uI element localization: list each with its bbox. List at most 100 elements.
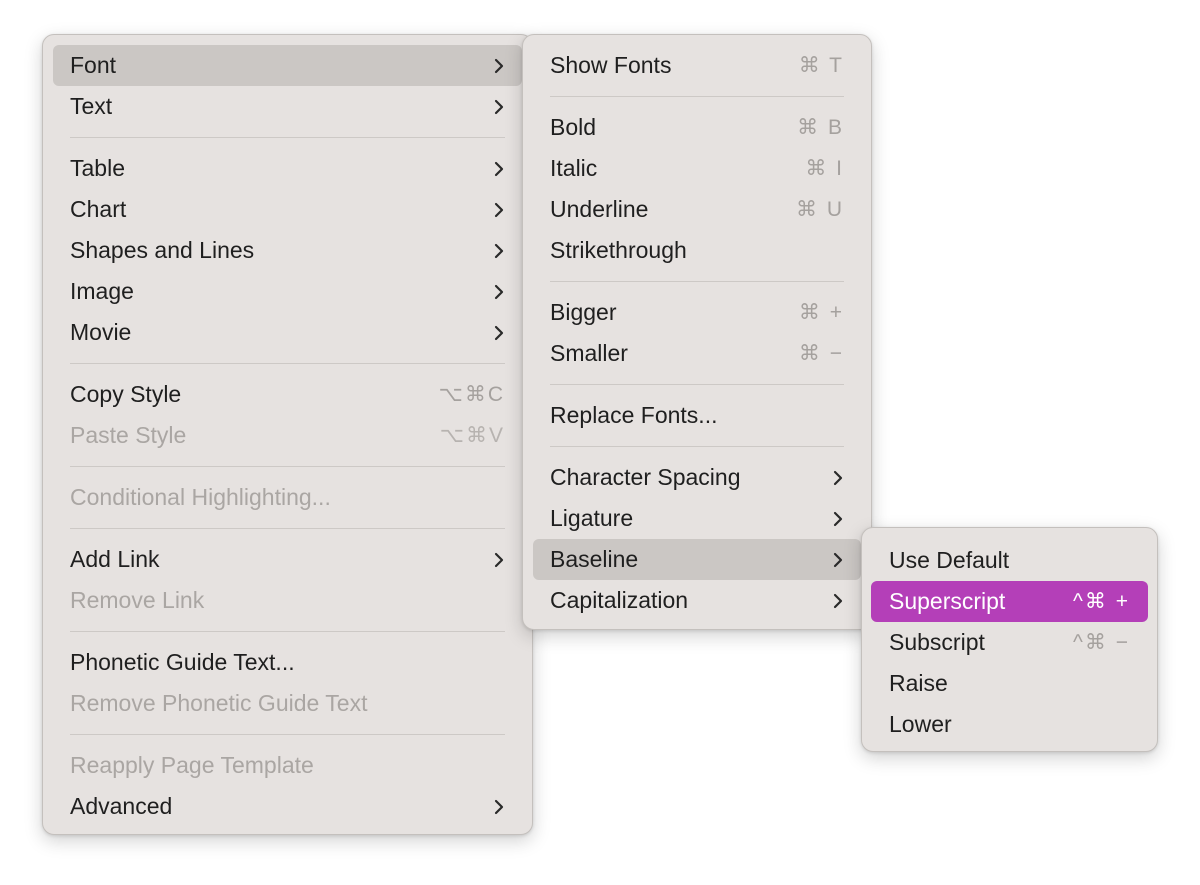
chevron-right-icon	[493, 551, 505, 569]
chevron-right-icon	[832, 551, 844, 569]
menu-item-label: Advanced	[70, 793, 173, 819]
menu-item-use-default[interactable]: Use Default	[871, 540, 1148, 581]
format-menu: Font Text Table Chart Shapes and Lines I…	[42, 34, 533, 835]
keyboard-shortcut: ⌘ U	[796, 198, 844, 221]
menu-item-movie[interactable]: Movie	[53, 312, 522, 353]
menu-item-font[interactable]: Font	[53, 45, 522, 86]
font-submenu: Show Fonts ⌘ T Bold ⌘ B Italic ⌘ I Under…	[522, 34, 872, 630]
chevron-right-icon	[493, 98, 505, 116]
keyboard-shortcut: ⌘ T	[798, 54, 844, 77]
menu-item-label: Chart	[70, 196, 127, 222]
menu-item-label: Lower	[889, 711, 952, 737]
chevron-right-icon	[493, 201, 505, 219]
menu-item-lower[interactable]: Lower	[871, 704, 1148, 745]
menu-item-capitalization[interactable]: Capitalization	[533, 580, 861, 621]
menu-separator	[70, 734, 505, 735]
chevron-right-icon	[832, 592, 844, 610]
menu-item-copy-style[interactable]: Copy Style ⌥⌘C	[53, 374, 522, 415]
keyboard-shortcut: ^⌘ −	[1073, 631, 1130, 654]
menu-item-label: Image	[70, 278, 134, 304]
chevron-right-icon	[493, 242, 505, 260]
menu-item-label: Character Spacing	[550, 464, 741, 490]
menu-item-advanced[interactable]: Advanced	[53, 786, 522, 827]
menu-item-label: Table	[70, 155, 125, 181]
menu-item-add-link[interactable]: Add Link	[53, 539, 522, 580]
menu-item-label: Paste Style	[70, 422, 187, 448]
menu-item-label: Font	[70, 52, 117, 78]
menu-separator	[550, 446, 844, 447]
chevron-right-icon	[832, 469, 844, 487]
menu-item-character-spacing[interactable]: Character Spacing	[533, 457, 861, 498]
menu-item-label: Use Default	[889, 547, 1010, 573]
chevron-right-icon	[493, 160, 505, 178]
menu-item-bold[interactable]: Bold ⌘ B	[533, 107, 861, 148]
menu-item-label: Bigger	[550, 299, 617, 325]
menu-item-label: Strikethrough	[550, 237, 687, 263]
menu-item-replace-fonts[interactable]: Replace Fonts...	[533, 395, 861, 436]
menu-separator	[70, 363, 505, 364]
menu-item-label: Show Fonts	[550, 52, 672, 78]
menu-item-superscript[interactable]: Superscript ^⌘ +	[871, 581, 1148, 622]
menu-item-smaller[interactable]: Smaller ⌘ −	[533, 333, 861, 374]
menu-item-label: Raise	[889, 670, 948, 696]
menu-item-text[interactable]: Text	[53, 86, 522, 127]
keyboard-shortcut: ⌘ +	[798, 301, 844, 324]
menu-item-show-fonts[interactable]: Show Fonts ⌘ T	[533, 45, 861, 86]
menu-item-chart[interactable]: Chart	[53, 189, 522, 230]
menu-separator	[550, 281, 844, 282]
menu-item-label: Remove Phonetic Guide Text	[70, 690, 368, 716]
menu-separator	[70, 137, 505, 138]
menu-separator	[70, 528, 505, 529]
menu-item-underline[interactable]: Underline ⌘ U	[533, 189, 861, 230]
keyboard-shortcut: ⌘ −	[798, 342, 844, 365]
menu-item-label: Baseline	[550, 546, 639, 572]
chevron-right-icon	[493, 798, 505, 816]
menu-item-ligature[interactable]: Ligature	[533, 498, 861, 539]
keyboard-shortcut: ⌥⌘C	[438, 383, 505, 406]
menu-item-paste-style[interactable]: Paste Style ⌥⌘V	[53, 415, 522, 456]
keyboard-shortcut: ⌘ B	[797, 116, 844, 139]
menu-item-reapply-page-template[interactable]: Reapply Page Template	[53, 745, 522, 786]
keyboard-shortcut: ⌥⌘V	[439, 424, 505, 447]
menu-item-label: Smaller	[550, 340, 628, 366]
menu-item-phonetic-guide-text[interactable]: Phonetic Guide Text...	[53, 642, 522, 683]
baseline-submenu: Use Default Superscript ^⌘ + Subscript ^…	[861, 527, 1158, 752]
menu-item-shapes-and-lines[interactable]: Shapes and Lines	[53, 230, 522, 271]
menu-item-label: Shapes and Lines	[70, 237, 255, 263]
menu-item-image[interactable]: Image	[53, 271, 522, 312]
menu-item-label: Underline	[550, 196, 649, 222]
chevron-right-icon	[493, 57, 505, 75]
menu-item-label: Replace Fonts...	[550, 402, 718, 428]
menu-item-label: Bold	[550, 114, 597, 140]
menu-item-label: Remove Link	[70, 587, 205, 613]
menu-item-italic[interactable]: Italic ⌘ I	[533, 148, 861, 189]
menu-item-label: Ligature	[550, 505, 634, 531]
menu-separator	[70, 631, 505, 632]
chevron-right-icon	[832, 510, 844, 528]
keyboard-shortcut: ^⌘ +	[1073, 590, 1130, 613]
menu-item-label: Subscript	[889, 629, 985, 655]
menu-item-strikethrough[interactable]: Strikethrough	[533, 230, 861, 271]
menu-item-bigger[interactable]: Bigger ⌘ +	[533, 292, 861, 333]
menu-separator	[550, 384, 844, 385]
menu-item-label: Copy Style	[70, 381, 182, 407]
menu-item-label: Phonetic Guide Text...	[70, 649, 295, 675]
menu-item-label: Add Link	[70, 546, 160, 572]
menu-item-label: Capitalization	[550, 587, 689, 613]
menu-separator	[70, 466, 505, 467]
menu-item-remove-phonetic-guide-text[interactable]: Remove Phonetic Guide Text	[53, 683, 522, 724]
menu-item-label: Reapply Page Template	[70, 752, 314, 778]
menu-item-subscript[interactable]: Subscript ^⌘ −	[871, 622, 1148, 663]
menu-item-label: Superscript	[889, 588, 1006, 614]
menu-item-label: Conditional Highlighting...	[70, 484, 331, 510]
menu-separator	[550, 96, 844, 97]
menu-item-table[interactable]: Table	[53, 148, 522, 189]
menu-item-label: Italic	[550, 155, 598, 181]
menu-item-conditional-highlighting[interactable]: Conditional Highlighting...	[53, 477, 522, 518]
menu-item-raise[interactable]: Raise	[871, 663, 1148, 704]
keyboard-shortcut: ⌘ I	[805, 157, 844, 180]
menu-item-remove-link[interactable]: Remove Link	[53, 580, 522, 621]
menu-item-baseline[interactable]: Baseline	[533, 539, 861, 580]
chevron-right-icon	[493, 324, 505, 342]
menu-item-label: Movie	[70, 319, 132, 345]
